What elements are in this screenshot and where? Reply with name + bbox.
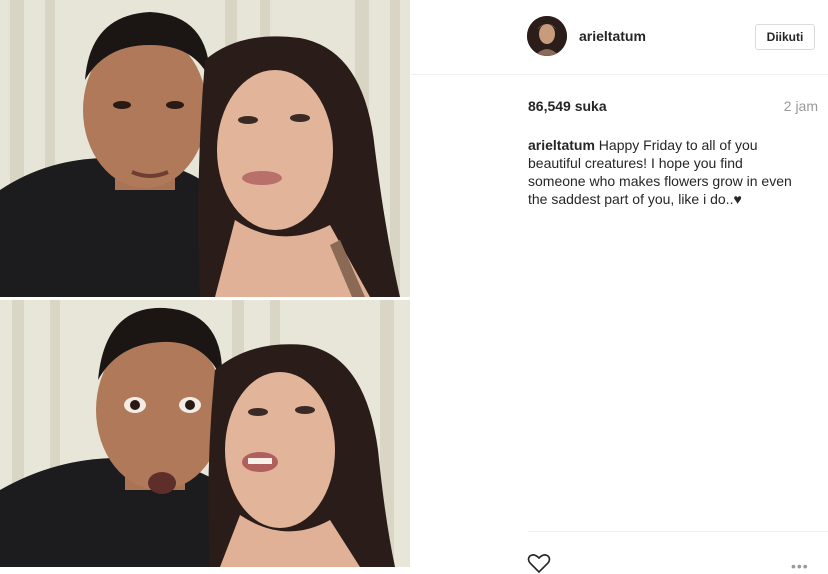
avatar[interactable]	[527, 16, 567, 56]
post-header: arieltatum Diikuti	[411, 0, 828, 75]
caption-username[interactable]: arieltatum	[528, 137, 595, 153]
heart-icon[interactable]	[527, 553, 551, 573]
photo-bottom	[0, 300, 410, 567]
post-timestamp[interactable]: 2 jam	[784, 98, 818, 114]
post-caption: arieltatum Happy Friday to all of you be…	[528, 136, 803, 208]
following-button[interactable]: Diikuti	[755, 24, 815, 50]
like-count[interactable]: 86,549 suka	[528, 98, 607, 114]
post-media[interactable]	[0, 0, 410, 567]
divider	[528, 531, 828, 532]
username-link[interactable]: arieltatum	[579, 28, 646, 44]
more-options-icon[interactable]: •••	[791, 558, 809, 574]
post-sidebar: arieltatum Diikuti 86,549 suka 2 jam ari…	[411, 0, 828, 574]
photo-top	[0, 0, 410, 297]
